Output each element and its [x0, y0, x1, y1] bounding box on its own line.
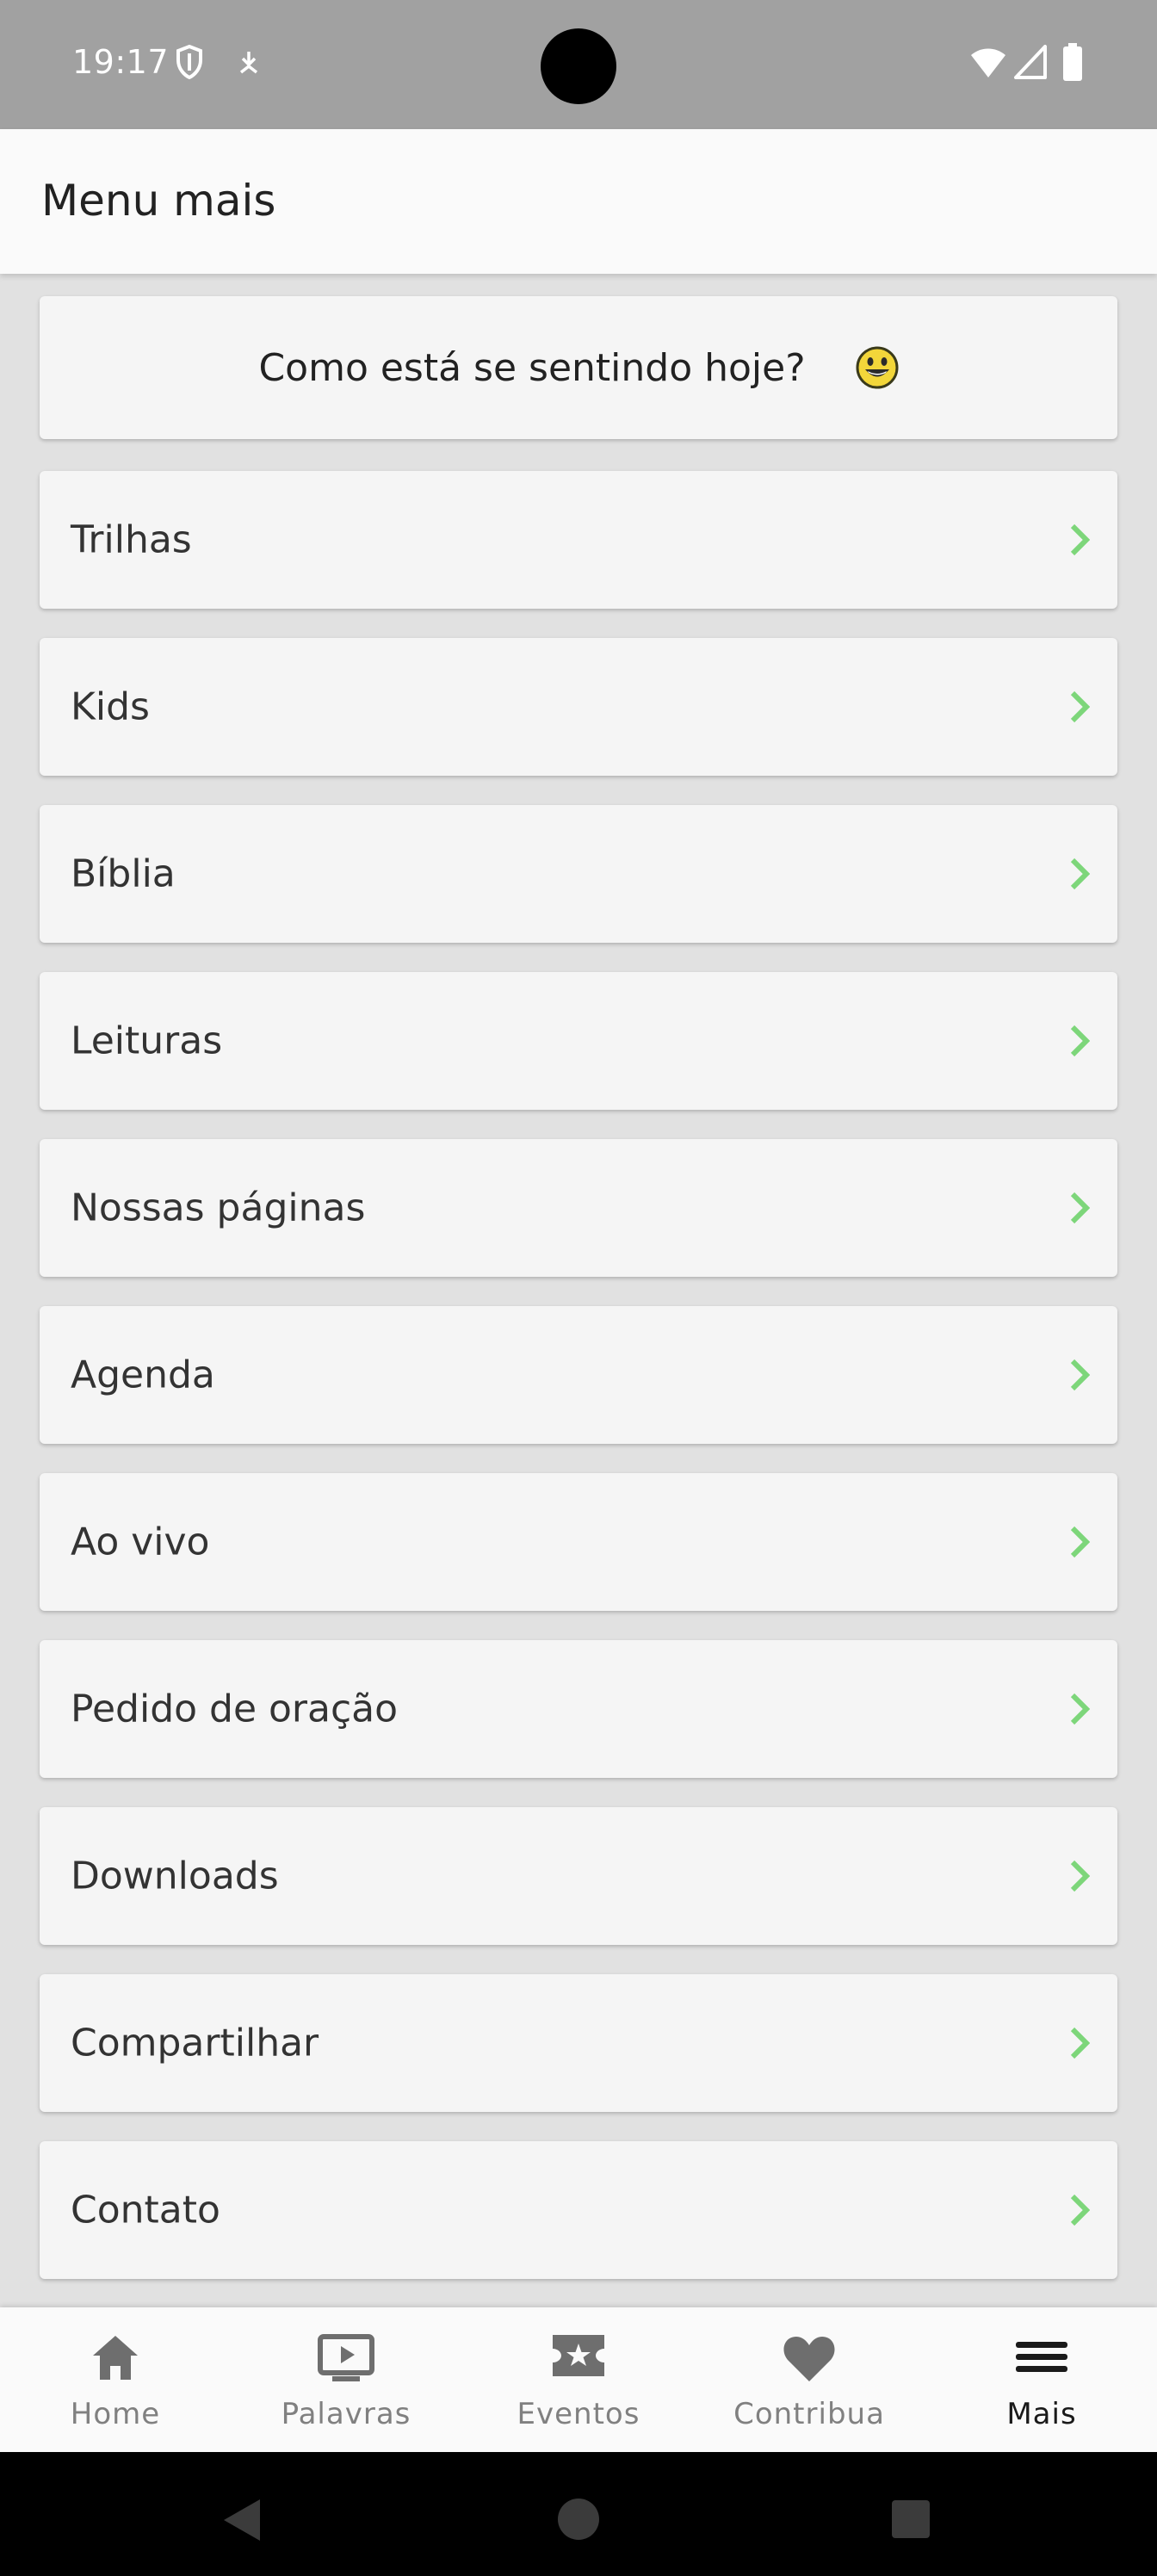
menu-item-label: Contato — [71, 2188, 220, 2232]
app-bar: Menu mais — [0, 129, 1157, 274]
nav-palavras[interactable]: Palavras — [231, 2307, 461, 2452]
chevron-right-icon — [1070, 1526, 1090, 1558]
menu-item-nossas-paginas[interactable]: Nossas páginas — [40, 1139, 1117, 1277]
bottom-navigation: Home Palavras Eventos Contribua Mais — [0, 2307, 1157, 2452]
menu-item-ao-vivo[interactable]: Ao vivo — [40, 1473, 1117, 1611]
status-time: 19:17 — [72, 43, 170, 81]
menu-item-label: Downloads — [71, 1854, 279, 1898]
menu-item-label: Ao vivo — [71, 1520, 210, 1564]
nav-eventos[interactable]: Eventos — [463, 2307, 694, 2452]
menu-item-trilhas[interactable]: Trilhas — [40, 471, 1117, 609]
menu-content[interactable]: Como está se sentindo hoje? Trilhas Kids… — [0, 274, 1157, 2307]
menu-item-label: Bíblia — [71, 851, 176, 896]
menu-item-leituras[interactable]: Leituras — [40, 972, 1117, 1110]
menu-item-pedido-de-oracao[interactable]: Pedido de oração — [40, 1640, 1117, 1778]
battery-icon — [1063, 43, 1082, 81]
status-bar: 19:17 — [0, 0, 1157, 129]
nav-label: Eventos — [517, 2397, 640, 2431]
mood-prompt-text: Como está se sentindo hoje? — [258, 345, 806, 390]
chevron-right-icon — [1070, 1192, 1090, 1224]
menu-item-contato[interactable]: Contato — [40, 2141, 1117, 2279]
nav-label: Palavras — [281, 2397, 411, 2431]
menu-item-label: Pedido de oração — [71, 1687, 399, 1731]
nav-label: Home — [70, 2397, 161, 2431]
chevron-right-icon — [1070, 1025, 1090, 1057]
page-title: Menu mais — [41, 176, 276, 226]
chevron-right-icon — [1070, 1693, 1090, 1725]
menu-item-kids[interactable]: Kids — [40, 638, 1117, 776]
chevron-right-icon — [1070, 858, 1090, 890]
chevron-right-icon — [1070, 2194, 1090, 2226]
nav-label: Contribua — [733, 2397, 885, 2431]
nav-home[interactable]: Home — [0, 2307, 231, 2452]
chevron-right-icon — [1070, 523, 1090, 556]
chevron-right-icon — [1070, 1359, 1090, 1391]
back-icon[interactable] — [220, 2497, 263, 2543]
menu-item-agenda[interactable]: Agenda — [40, 1306, 1117, 1444]
download-icon — [239, 52, 258, 74]
nav-mais[interactable]: Mais — [926, 2307, 1157, 2452]
chevron-right-icon — [1070, 690, 1090, 723]
menu-item-label: Nossas páginas — [71, 1186, 366, 1230]
menu-item-label: Compartilhar — [71, 2021, 319, 2065]
system-navigation-bar — [0, 2452, 1157, 2576]
menu-item-label: Trilhas — [71, 517, 192, 562]
recents-icon[interactable] — [890, 2499, 931, 2540]
signal-icon — [1014, 45, 1047, 79]
home-icon — [93, 2336, 138, 2380]
nav-contribua[interactable]: Contribua — [694, 2307, 925, 2452]
heart-icon — [783, 2337, 835, 2381]
menu-item-label: Kids — [71, 684, 150, 729]
camera-cutout — [541, 28, 616, 104]
home-circle-icon[interactable] — [556, 2497, 601, 2542]
menu-icon — [1016, 2342, 1067, 2372]
nav-label: Mais — [1006, 2397, 1077, 2431]
wifi-icon — [971, 48, 1005, 77]
menu-item-label: Agenda — [71, 1353, 215, 1397]
mood-prompt-card[interactable]: Como está se sentindo hoje? — [40, 296, 1117, 439]
ticket-star-icon — [553, 2335, 604, 2376]
chevron-right-icon — [1070, 1860, 1090, 1892]
shield-icon — [176, 45, 202, 79]
menu-item-biblia[interactable]: Bíblia — [40, 805, 1117, 943]
menu-item-label: Leituras — [71, 1019, 223, 1063]
tv-play-icon — [318, 2334, 374, 2381]
grinning-face-icon — [856, 346, 899, 389]
menu-item-downloads[interactable]: Downloads — [40, 1807, 1117, 1945]
chevron-right-icon — [1070, 2027, 1090, 2059]
menu-item-compartilhar[interactable]: Compartilhar — [40, 1974, 1117, 2112]
